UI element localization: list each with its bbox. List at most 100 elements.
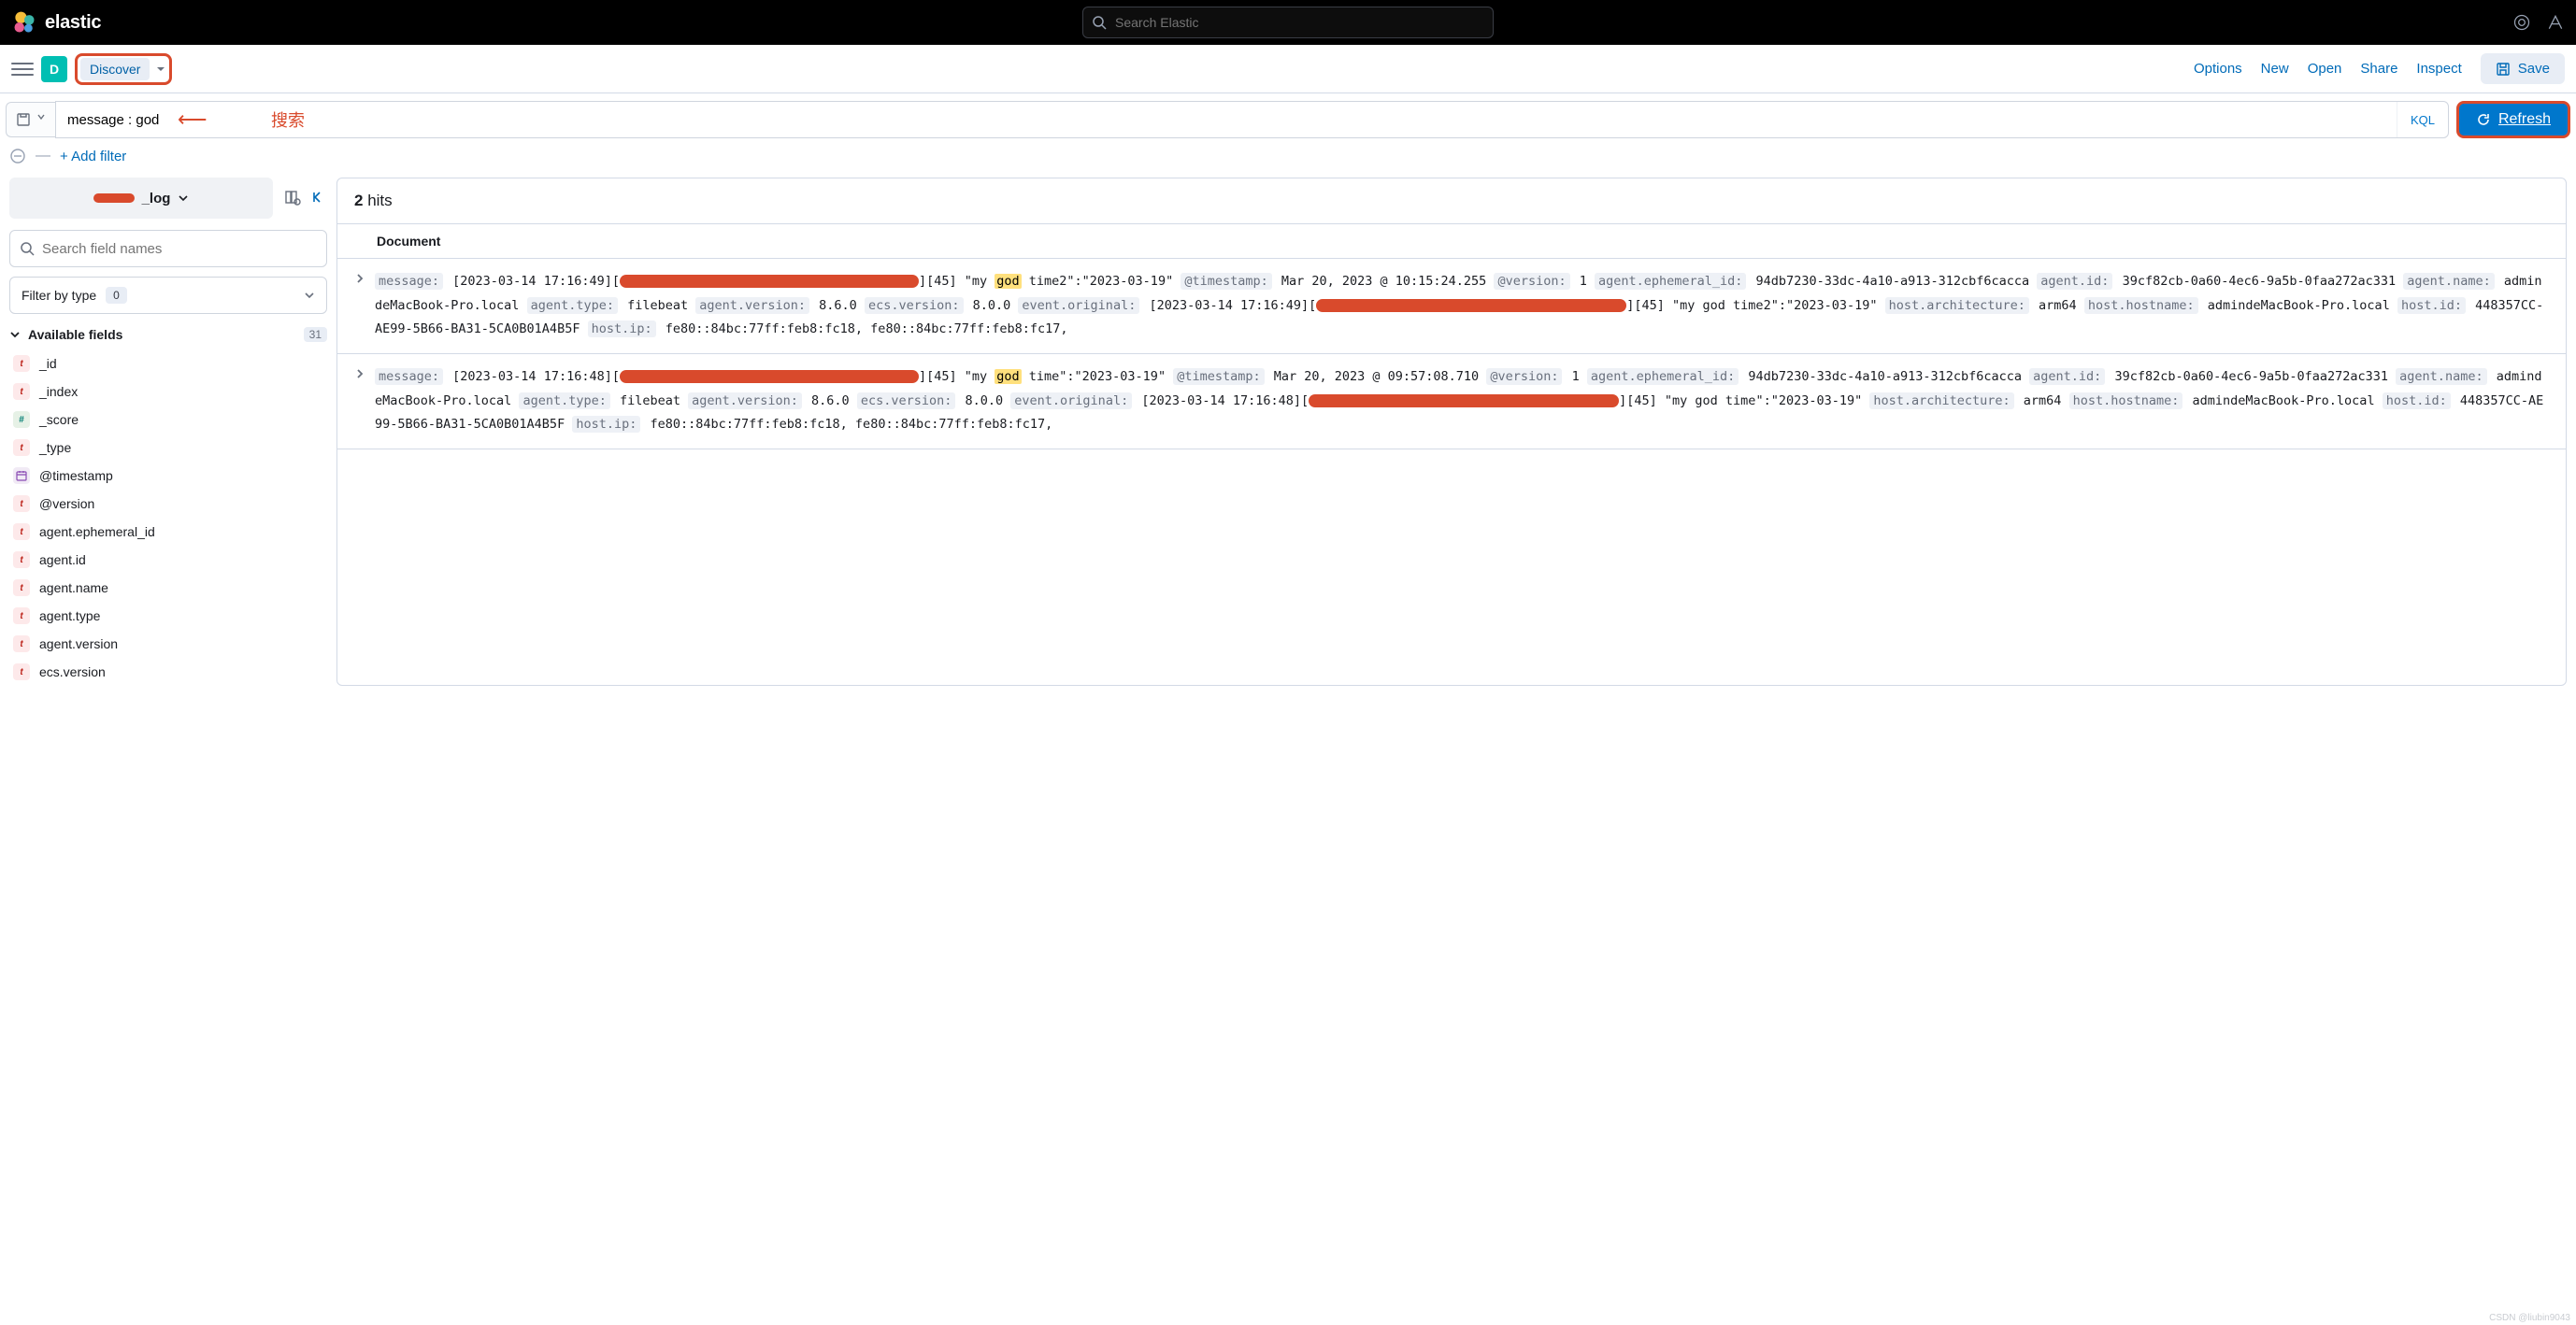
doc-row: message: [2023-03-14 17:16:48][][45] "my… [337, 354, 2566, 449]
field-name: @version [39, 496, 94, 511]
discover-highlight: Discover [75, 53, 172, 85]
top-search-wrap [1082, 7, 1494, 38]
field-type-icon [13, 467, 30, 484]
redacted-segment [1309, 394, 1619, 407]
field-name: ecs.version [39, 664, 106, 679]
field-name: _id [39, 356, 57, 371]
doc-content: message: [2023-03-14 17:16:49][][45] "my… [375, 270, 2549, 342]
field-item[interactable]: t agent.type [9, 602, 327, 630]
field-name: agent.id [39, 552, 86, 567]
filter-by-type[interactable]: Filter by type 0 [9, 277, 327, 314]
available-fields-label: Available fields [28, 327, 122, 342]
options-link[interactable]: Options [2194, 61, 2242, 77]
saved-query-menu[interactable] [6, 102, 55, 137]
hits-header: 2 hits [337, 178, 2566, 223]
chevron-down-icon[interactable] [155, 64, 166, 75]
field-name: _type [39, 440, 71, 455]
toolbar-right: Options New Open Share Inspect Save [2194, 53, 2565, 84]
query-input[interactable] [56, 112, 2397, 128]
field-type-icon: t [13, 383, 30, 400]
filter-by-type-label: Filter by type [21, 288, 96, 303]
inspect-link[interactable]: Inspect [2416, 61, 2461, 77]
field-type-icon: t [13, 663, 30, 680]
document-rows: message: [2023-03-14 17:16:49][][45] "my… [337, 259, 2566, 449]
filter-options-icon[interactable] [9, 148, 26, 164]
disk-icon [16, 112, 31, 127]
field-search [9, 230, 327, 267]
top-right-icons [2512, 13, 2565, 32]
field-name: agent.ephemeral_id [39, 524, 155, 539]
field-item[interactable]: t agent.name [9, 574, 327, 602]
field-item[interactable]: t @version [9, 490, 327, 518]
field-name: agent.type [39, 608, 100, 623]
collapse-icon[interactable]: — [36, 148, 50, 164]
hits-count: 2 [354, 192, 363, 209]
elastic-logo[interactable]: elastic [11, 9, 101, 36]
redacted-segment [620, 275, 919, 288]
field-name: agent.version [39, 636, 118, 651]
field-name: _index [39, 384, 78, 399]
field-item[interactable]: t _index [9, 378, 327, 406]
add-filter-button[interactable]: + Add filter [60, 149, 126, 164]
highlight-term: god [995, 369, 1021, 384]
save-button[interactable]: Save [2481, 53, 2565, 84]
field-type-icon: t [13, 579, 30, 596]
refresh-icon [2476, 112, 2491, 127]
space-badge[interactable]: D [41, 56, 67, 82]
save-label: Save [2518, 61, 2550, 77]
field-item[interactable]: @timestamp [9, 462, 327, 490]
annotation-text: 搜索 [271, 107, 305, 132]
available-fields-count: 31 [304, 327, 327, 342]
field-type-icon: t [13, 607, 30, 624]
field-item[interactable]: #_score [9, 406, 327, 434]
add-field-icon[interactable] [284, 189, 301, 206]
brand-name: elastic [45, 12, 101, 34]
kql-toggle[interactable]: KQL [2397, 102, 2448, 137]
top-header: elastic [0, 0, 2576, 45]
index-suffix: _log [142, 191, 171, 207]
help-icon[interactable] [2512, 13, 2531, 32]
watermark: CSDN @liubin9043 [2489, 1313, 2570, 1323]
field-type-icon: t [13, 439, 30, 456]
top-search-input[interactable] [1082, 7, 1494, 38]
field-name: _score [39, 412, 79, 427]
field-list: t_idt_index#_scoret_type@timestampt@vers… [9, 349, 327, 686]
main-area: _log Filter by type 0 Available fields 3… [0, 170, 2576, 693]
field-item[interactable]: t _id [9, 349, 327, 378]
collapse-sidebar-icon[interactable] [310, 189, 327, 206]
field-item[interactable]: tagent.ephemeral_id [9, 518, 327, 546]
filter-type-count: 0 [106, 287, 127, 304]
doc-content: message: [2023-03-14 17:16:48][][45] "my… [375, 365, 2549, 437]
document-column-header: Document [337, 223, 2566, 259]
refresh-label: Refresh [2498, 111, 2551, 128]
field-search-input[interactable] [42, 241, 317, 257]
hits-label: hits [367, 192, 392, 209]
field-type-icon: t [13, 635, 30, 652]
annotation-arrow: ⟵ [178, 107, 208, 132]
field-item[interactable]: t _type [9, 434, 327, 462]
new-link[interactable]: New [2261, 61, 2289, 77]
redacted-segment [620, 370, 919, 383]
field-item[interactable]: t ecs.version [9, 658, 327, 686]
share-link[interactable]: Share [2360, 61, 2397, 77]
newsfeed-icon[interactable] [2546, 13, 2565, 32]
sidebar: _log Filter by type 0 Available fields 3… [9, 178, 327, 686]
refresh-button[interactable]: Refresh [2456, 101, 2570, 138]
index-pattern-picker[interactable]: _log [9, 178, 273, 219]
field-type-icon: t [13, 495, 30, 512]
open-link[interactable]: Open [2308, 61, 2342, 77]
breadcrumb-discover[interactable]: Discover [80, 58, 150, 80]
search-icon [20, 241, 35, 256]
nav-toggle-icon[interactable] [11, 58, 34, 80]
field-name: agent.name [39, 580, 108, 595]
expand-row-icon[interactable] [354, 273, 365, 284]
field-type-icon: t [13, 355, 30, 372]
app-toolbar: D Discover Options New Open Share Inspec… [0, 45, 2576, 93]
field-item[interactable]: t agent.version [9, 630, 327, 658]
expand-row-icon[interactable] [354, 368, 365, 379]
redacted-index-prefix [93, 193, 135, 203]
field-item[interactable]: tagent.id [9, 546, 327, 574]
chevron-down-icon [178, 192, 189, 204]
available-fields-header[interactable]: Available fields 31 [9, 327, 327, 342]
elastic-logo-icon [11, 9, 37, 36]
